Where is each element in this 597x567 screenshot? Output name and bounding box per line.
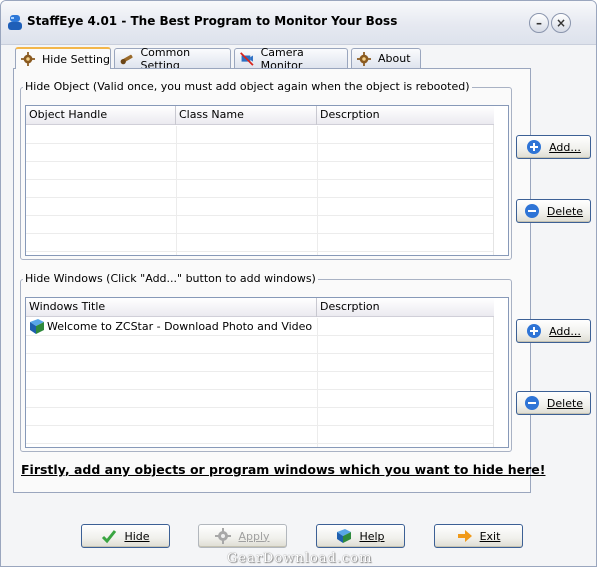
column-header-object-handle[interactable]: Object Handle [26, 106, 176, 125]
add-window-button[interactable]: Add... [516, 319, 591, 343]
hide-windows-list[interactable]: Windows Title Descrption Welcome to ZCSt… [25, 297, 509, 448]
tab-about[interactable]: About [351, 48, 421, 68]
vertical-scrollbar[interactable] [493, 125, 508, 255]
help-button[interactable]: Help [316, 524, 405, 548]
tab-label: Hide Setting [42, 52, 110, 66]
gear-icon [357, 51, 371, 66]
table-row[interactable] [26, 408, 494, 426]
hide-setting-panel: Hide Object (Valid once, you must add ob… [13, 68, 531, 493]
hide-object-group: Hide Object (Valid once, you must add ob… [20, 80, 512, 260]
camera-icon [240, 51, 254, 66]
table-row[interactable] [26, 354, 494, 372]
delete-window-label: Delete [546, 396, 584, 410]
hide-object-list[interactable]: Object Handle Class Name Descrption [25, 105, 509, 256]
minimize-icon: – [536, 16, 542, 30]
column-header-class-name[interactable]: Class Name [176, 106, 317, 125]
tab-common-setting[interactable]: Common Setting [114, 46, 231, 72]
table-row[interactable] [26, 162, 494, 180]
gear-icon [21, 52, 35, 66]
table-row[interactable]: Welcome to ZCStar - Download Photo and V… [26, 318, 494, 336]
watermark: GearDownload.com [227, 551, 373, 566]
column-header-windows-title[interactable]: Windows Title [26, 298, 317, 317]
close-button[interactable]: × [551, 13, 571, 33]
hide-button[interactable]: Hide [81, 524, 170, 548]
instruction-text: Firstly, add any objects or program wind… [21, 462, 546, 477]
hide-object-group-title: Hide Object (Valid once, you must add ob… [23, 80, 472, 93]
app-logo-icon [8, 15, 22, 30]
delete-object-button[interactable]: Delete [516, 199, 591, 223]
close-icon: × [555, 16, 567, 30]
window-title: StaffEye 4.01 - The Best Program to Moni… [27, 14, 398, 28]
exit-arrow-icon [457, 530, 472, 542]
table-row[interactable] [26, 180, 494, 198]
checkmark-icon [102, 530, 117, 544]
tab-hide-setting[interactable]: Hide Setting [15, 47, 111, 69]
vertical-scrollbar[interactable] [493, 317, 508, 447]
hide-windows-group: Hide Windows (Click "Add..." button to a… [20, 272, 512, 452]
window-description-cell [317, 318, 493, 335]
delete-window-button[interactable]: Delete [516, 391, 591, 415]
table-row[interactable] [26, 426, 494, 444]
table-row[interactable] [26, 390, 494, 408]
table-row[interactable] [26, 216, 494, 234]
column-header-description[interactable]: Descrption [317, 298, 494, 317]
book-icon [30, 319, 44, 334]
apply-button[interactable]: Apply [198, 524, 287, 548]
gear-icon [215, 528, 232, 544]
tab-camera-monitor[interactable]: Camera Monitor [234, 46, 348, 72]
column-header-description[interactable]: Descrption [317, 106, 494, 125]
table-row[interactable] [26, 198, 494, 216]
add-object-button[interactable]: Add... [516, 135, 591, 159]
window-title-cell: Welcome to ZCStar - Download Photo and V… [47, 320, 316, 333]
apply-button-label: Apply [238, 529, 270, 543]
delete-object-label: Delete [546, 204, 584, 218]
tools-icon [120, 54, 133, 64]
help-book-icon [337, 529, 352, 543]
table-row[interactable] [26, 126, 494, 144]
tab-label: About [378, 52, 411, 65]
list-header: Object Handle Class Name Descrption [26, 106, 494, 125]
table-row[interactable] [26, 372, 494, 390]
add-object-label: Add... [549, 140, 581, 154]
add-icon [527, 324, 542, 338]
help-button-label: Help [359, 529, 385, 543]
add-icon [527, 140, 542, 154]
table-row[interactable] [26, 144, 494, 162]
delete-icon [524, 204, 539, 218]
table-row[interactable] [26, 336, 494, 354]
hide-button-label: Hide [124, 529, 150, 543]
delete-icon [524, 396, 539, 410]
list-header: Windows Title Descrption [26, 298, 494, 317]
exit-button-label: Exit [479, 529, 501, 543]
title-bar[interactable]: StaffEye 4.01 - The Best Program to Moni… [1, 1, 596, 45]
hide-windows-group-title: Hide Windows (Click "Add..." button to a… [23, 272, 318, 285]
add-window-label: Add... [549, 324, 581, 338]
exit-button[interactable]: Exit [434, 524, 523, 548]
minimize-button[interactable]: – [529, 13, 549, 33]
table-row[interactable] [26, 234, 494, 252]
app-window: StaffEye 4.01 - The Best Program to Moni… [0, 0, 597, 567]
